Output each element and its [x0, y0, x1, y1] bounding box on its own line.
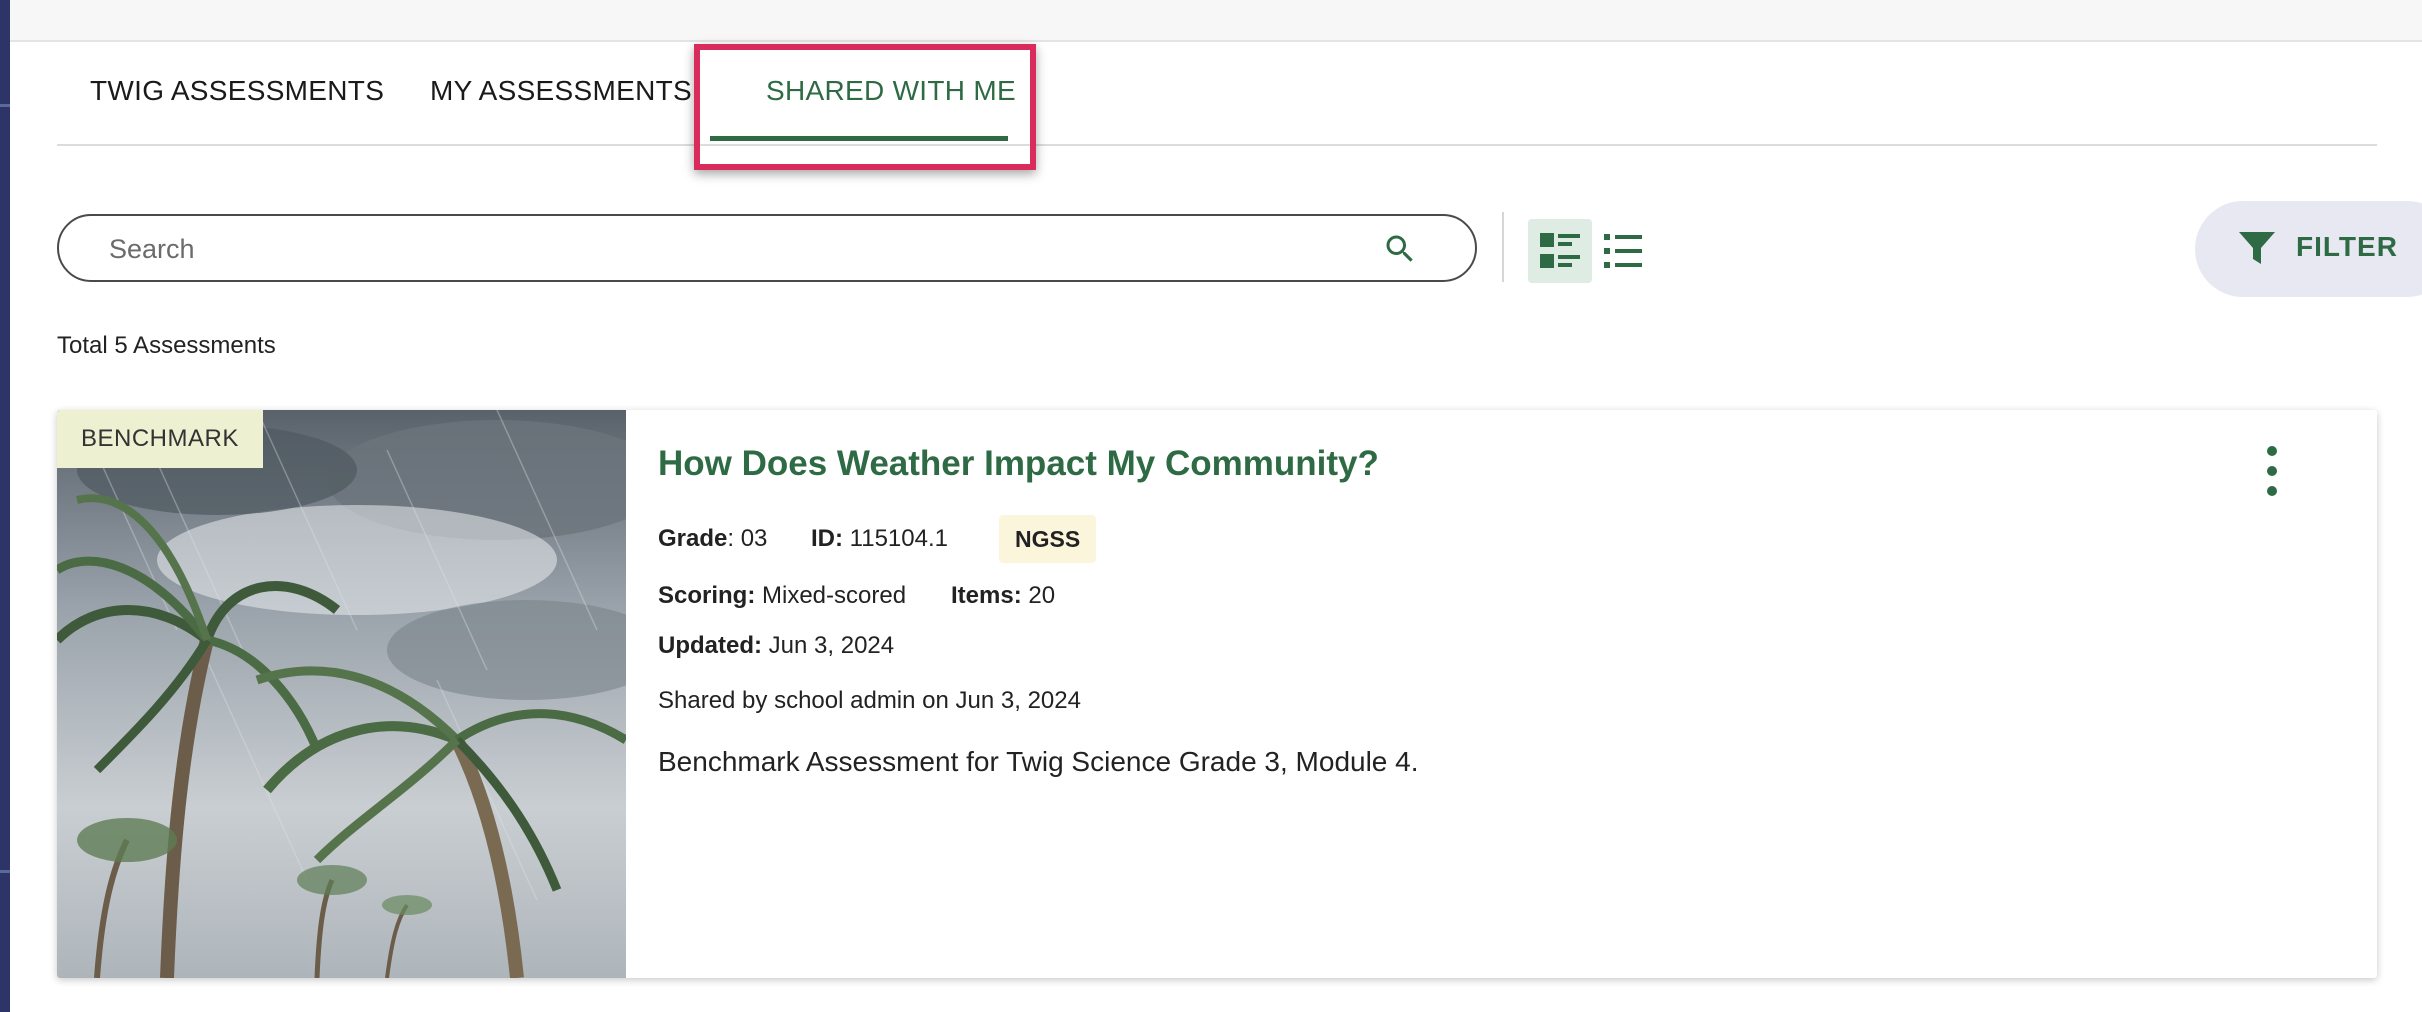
updated-label: Updated:	[658, 632, 762, 659]
search-icon[interactable]	[1382, 231, 1418, 267]
items-label: Items:	[951, 582, 1022, 609]
detail-view-toggle[interactable]	[1528, 219, 1592, 283]
shared-by-text: Shared by school admin on Jun 3, 2024	[658, 687, 1081, 714]
assessment-thumbnail: BENCHMARK	[57, 410, 626, 978]
scoring-label: Scoring:	[658, 582, 756, 609]
total-count: Total 5 Assessments	[57, 332, 276, 359]
card-body: How Does Weather Impact My Community? Gr…	[658, 410, 2338, 978]
more-options-icon[interactable]	[2257, 446, 2287, 506]
filter-button[interactable]: FILTER	[2195, 201, 2422, 297]
filter-icon	[2239, 232, 2275, 264]
toolbar-divider	[1502, 212, 1504, 282]
assessment-title[interactable]: How Does Weather Impact My Community?	[658, 444, 1379, 484]
search-input[interactable]	[107, 226, 1381, 272]
tab-shared-with-me[interactable]: SHARED WITH ME	[742, 44, 1040, 144]
tab-twig-assessments[interactable]: TWIG ASSESSMENTS	[90, 44, 384, 144]
assessment-description: Benchmark Assessment for Twig Science Gr…	[658, 746, 1419, 777]
items-value: 20	[1021, 582, 1056, 609]
active-tab-indicator	[710, 136, 1008, 141]
updated-value: Jun 3, 2024	[762, 632, 895, 659]
items-meta: Items: 20	[951, 582, 1055, 610]
list-view-toggle[interactable]	[1592, 219, 1656, 283]
updated-meta: Updated: Jun 3, 2024	[658, 632, 894, 660]
filter-label: FILTER	[2296, 231, 2398, 262]
left-sidebar-edge	[0, 0, 10, 1012]
standard-badge: NGSS	[999, 515, 1097, 563]
assessment-tabs: TWIG ASSESSMENTS MY ASSESSMENTS SHARED W…	[57, 44, 2377, 146]
scoring-value: Mixed-scored	[755, 582, 907, 609]
grade-meta: Grade: 03	[658, 525, 767, 553]
id-label: ID:	[811, 525, 843, 552]
grade-value: : 03	[727, 525, 768, 552]
scoring-meta: Scoring: Mixed-scored	[658, 582, 906, 610]
assessment-card[interactable]: BENCHMARK How Does Weather Impact My Com…	[57, 410, 2377, 978]
id-value: 115104.1	[843, 525, 948, 552]
id-meta: ID: 115104.1	[811, 525, 948, 553]
detail-list-icon	[1540, 233, 1580, 268]
list-icon	[1604, 234, 1642, 268]
tab-my-assessments[interactable]: MY ASSESSMENTS	[430, 44, 692, 144]
top-bar	[10, 0, 2422, 42]
assessment-type-badge: BENCHMARK	[57, 410, 263, 468]
grade-label: Grade	[658, 525, 728, 552]
search-bar	[57, 214, 1477, 282]
